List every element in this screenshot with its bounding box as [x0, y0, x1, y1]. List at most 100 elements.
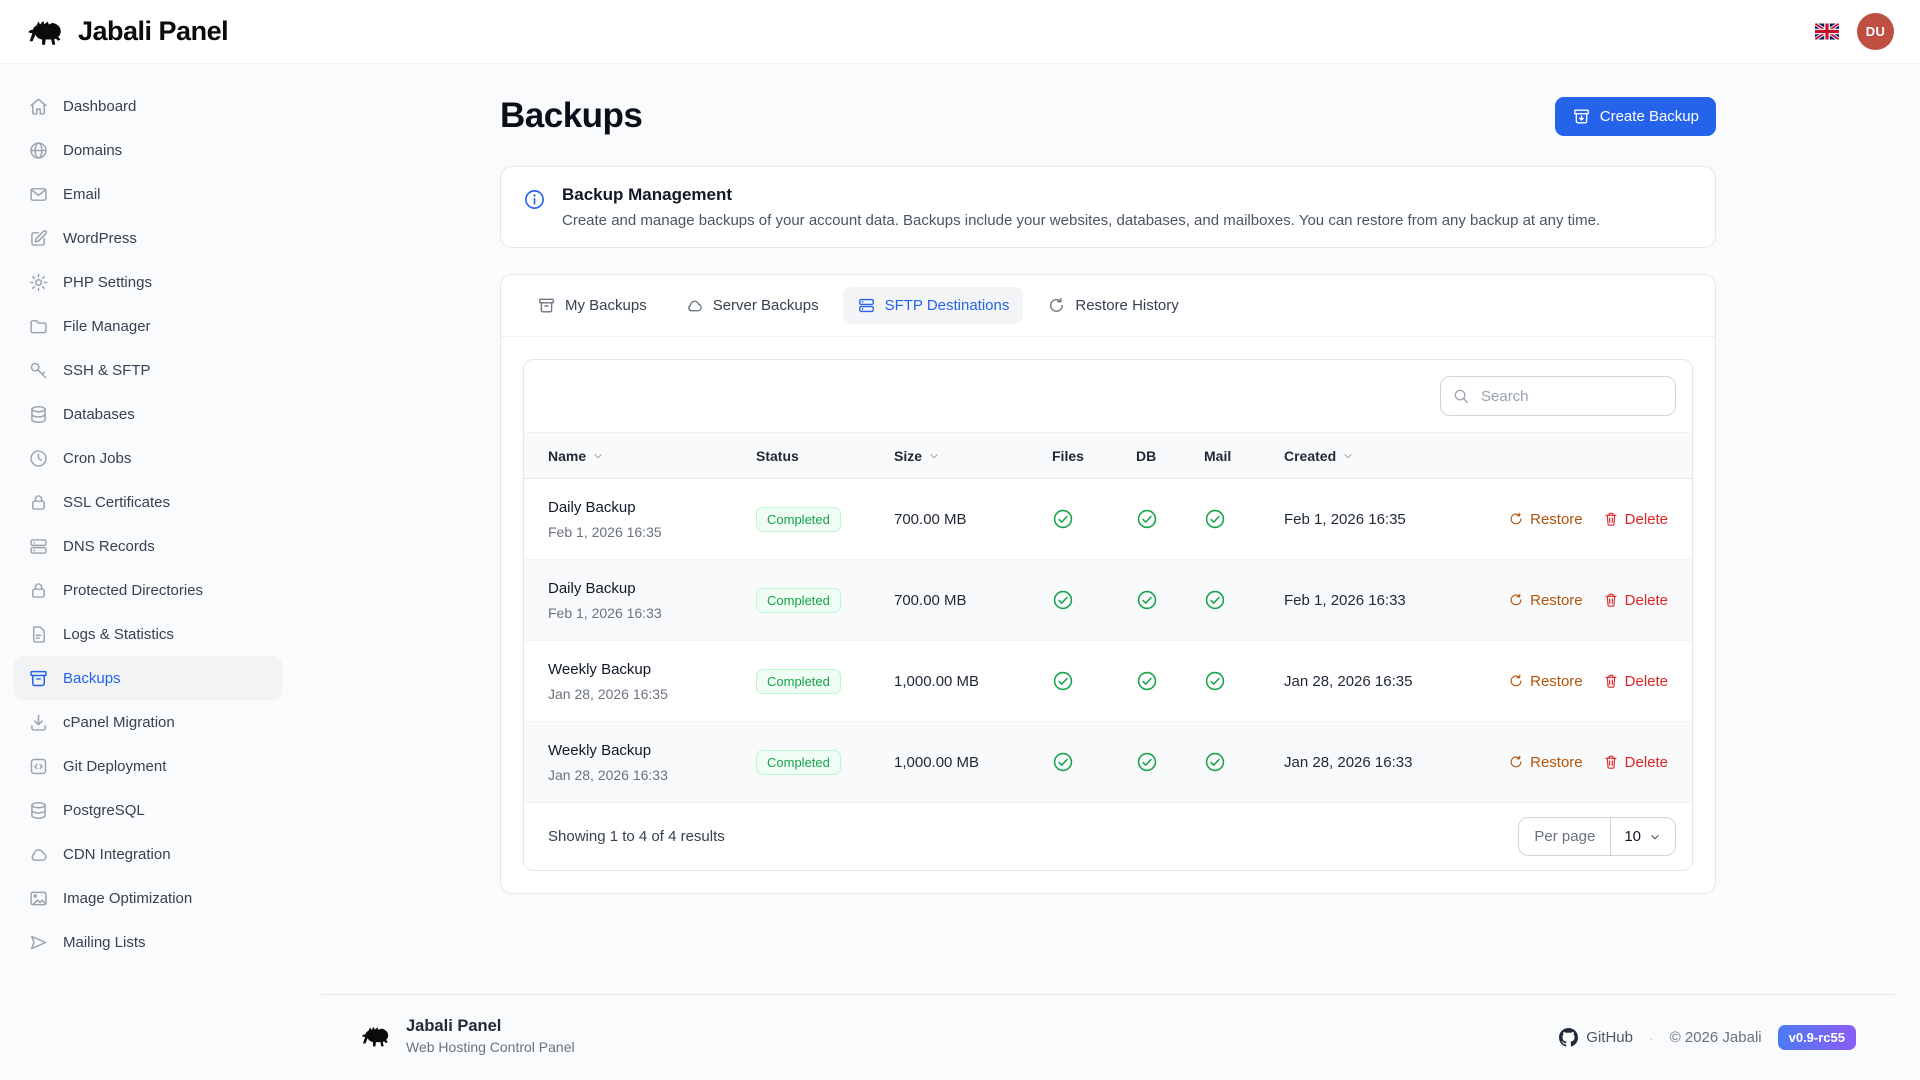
- sidebar-nav: Dashboard Domains Email WordPress PHP Se…: [0, 64, 296, 1080]
- refresh-icon: [1508, 511, 1524, 527]
- backup-size: 1,000.00 MB: [894, 673, 1052, 690]
- backup-size: 1,000.00 MB: [894, 754, 1052, 771]
- sidebar-item-email[interactable]: Email: [14, 172, 282, 216]
- tab-sftp-destinations[interactable]: SFTP Destinations: [843, 287, 1024, 324]
- trash-icon: [1603, 511, 1619, 527]
- table-row: Weekly Backup Jan 28, 2026 16:35 Complet…: [524, 641, 1692, 722]
- sidebar-item-php-settings[interactable]: PHP Settings: [14, 260, 282, 304]
- search-icon: [1452, 387, 1470, 405]
- trash-icon: [1603, 754, 1619, 770]
- backup-date: Jan 28, 2026 16:33: [548, 767, 756, 783]
- info-icon: [523, 188, 546, 211]
- restore-button[interactable]: Restore: [1508, 754, 1583, 771]
- database-icon: [28, 404, 49, 425]
- column-header-size[interactable]: Size: [894, 448, 1052, 464]
- search-input[interactable]: [1440, 376, 1676, 416]
- create-backup-label: Create Backup: [1600, 108, 1699, 125]
- app-title: Jabali Panel: [78, 16, 228, 47]
- db-check-circle-icon: [1136, 508, 1158, 530]
- uk-flag-language-icon[interactable]: [1815, 23, 1839, 40]
- sidebar-item-wordpress[interactable]: WordPress: [14, 216, 282, 260]
- sidebar-item-label: Email: [63, 186, 101, 203]
- tab-label: SFTP Destinations: [885, 297, 1010, 314]
- refresh-icon: [1047, 296, 1066, 315]
- archive-icon: [28, 668, 49, 689]
- sidebar-item-ssl-certificates[interactable]: SSL Certificates: [14, 480, 282, 524]
- backup-name: Weekly Backup: [548, 661, 756, 678]
- lock-icon: [28, 492, 49, 513]
- download-icon: [28, 712, 49, 733]
- delete-button[interactable]: Delete: [1603, 511, 1668, 528]
- boar-logo-icon: [360, 1022, 394, 1050]
- files-check-circle-icon: [1052, 508, 1074, 530]
- sidebar-item-file-manager[interactable]: File Manager: [14, 304, 282, 348]
- chevron-down-icon: [1341, 449, 1355, 463]
- sidebar-item-label: Mailing Lists: [63, 934, 146, 951]
- delete-button[interactable]: Delete: [1603, 673, 1668, 690]
- backup-tabs: My Backups Server Backups SFTP Destinati…: [501, 275, 1715, 337]
- backup-management-info-card: Backup Management Create and manage back…: [500, 166, 1716, 248]
- tab-restore-history[interactable]: Restore History: [1033, 287, 1192, 324]
- sidebar-item-backups[interactable]: Backups: [14, 656, 282, 700]
- backup-name: Daily Backup: [548, 580, 756, 597]
- sidebar-item-dns-records[interactable]: DNS Records: [14, 524, 282, 568]
- sidebar-item-mailing-lists[interactable]: Mailing Lists: [14, 920, 282, 964]
- github-link[interactable]: GitHub: [1559, 1028, 1633, 1047]
- sidebar-item-postgresql[interactable]: PostgreSQL: [14, 788, 282, 832]
- chevron-down-icon: [591, 449, 605, 463]
- delete-button[interactable]: Delete: [1603, 754, 1668, 771]
- sidebar-item-label: cPanel Migration: [63, 714, 175, 731]
- column-header-created[interactable]: Created: [1284, 448, 1506, 464]
- tab-server-backups[interactable]: Server Backups: [671, 287, 833, 324]
- app-brand: Jabali Panel: [26, 15, 228, 49]
- sidebar-item-label: Domains: [63, 142, 122, 159]
- per-page-label: Per page: [1519, 818, 1611, 855]
- column-header-name[interactable]: Name: [524, 448, 756, 464]
- restore-button[interactable]: Restore: [1508, 592, 1583, 609]
- version-badge[interactable]: v0.9-rc55: [1778, 1025, 1856, 1050]
- sidebar-item-git-deployment[interactable]: Git Deployment: [14, 744, 282, 788]
- sidebar-item-dashboard[interactable]: Dashboard: [14, 84, 282, 128]
- sidebar-item-databases[interactable]: Databases: [14, 392, 282, 436]
- tab-my-backups[interactable]: My Backups: [523, 287, 661, 324]
- gear-icon: [28, 272, 49, 293]
- sidebar-item-cdn-integration[interactable]: CDN Integration: [14, 832, 282, 876]
- table-header-row: Name Status Size Files: [524, 432, 1692, 479]
- document-icon: [28, 624, 49, 645]
- column-header-files: Files: [1052, 448, 1136, 464]
- sidebar-item-ssh-sftp[interactable]: SSH & SFTP: [14, 348, 282, 392]
- copyright-text: © 2026 Jabali: [1670, 1029, 1762, 1046]
- backup-name: Weekly Backup: [548, 742, 756, 759]
- user-avatar[interactable]: DU: [1857, 13, 1894, 50]
- mail-icon: [28, 184, 49, 205]
- backup-created: Feb 1, 2026 16:35: [1284, 511, 1506, 528]
- sidebar-item-protected-directories[interactable]: Protected Directories: [14, 568, 282, 612]
- sidebar-item-cron-jobs[interactable]: Cron Jobs: [14, 436, 282, 480]
- code-icon: [28, 756, 49, 777]
- restore-button[interactable]: Restore: [1508, 511, 1583, 528]
- sidebar-item-label: CDN Integration: [63, 846, 171, 863]
- page-footer: Jabali Panel Web Hosting Control Panel G…: [322, 994, 1894, 1080]
- sidebar-item-domains[interactable]: Domains: [14, 128, 282, 172]
- status-badge: Completed: [756, 750, 841, 775]
- main-area: Backups Create Backup Backup Management …: [296, 64, 1920, 1080]
- sidebar-item-logs-statistics[interactable]: Logs & Statistics: [14, 612, 282, 656]
- status-badge: Completed: [756, 669, 841, 694]
- restore-button[interactable]: Restore: [1508, 673, 1583, 690]
- tab-label: Restore History: [1075, 297, 1178, 314]
- server-icon: [28, 536, 49, 557]
- create-backup-button[interactable]: Create Backup: [1555, 97, 1716, 136]
- sidebar-item-image-optimization[interactable]: Image Optimization: [14, 876, 282, 920]
- send-icon: [28, 932, 49, 953]
- sidebar-item-label: Dashboard: [63, 98, 136, 115]
- mail-check-circle-icon: [1204, 751, 1226, 773]
- delete-button[interactable]: Delete: [1603, 592, 1668, 609]
- trash-icon: [1603, 592, 1619, 608]
- sidebar-item-cpanel-migration[interactable]: cPanel Migration: [14, 700, 282, 744]
- db-check-circle-icon: [1136, 751, 1158, 773]
- refresh-icon: [1508, 673, 1524, 689]
- backup-created: Jan 28, 2026 16:35: [1284, 673, 1506, 690]
- backup-date: Jan 28, 2026 16:35: [548, 686, 756, 702]
- footer-tagline: Web Hosting Control Panel: [406, 1039, 575, 1055]
- per-page-value[interactable]: 10: [1611, 818, 1675, 855]
